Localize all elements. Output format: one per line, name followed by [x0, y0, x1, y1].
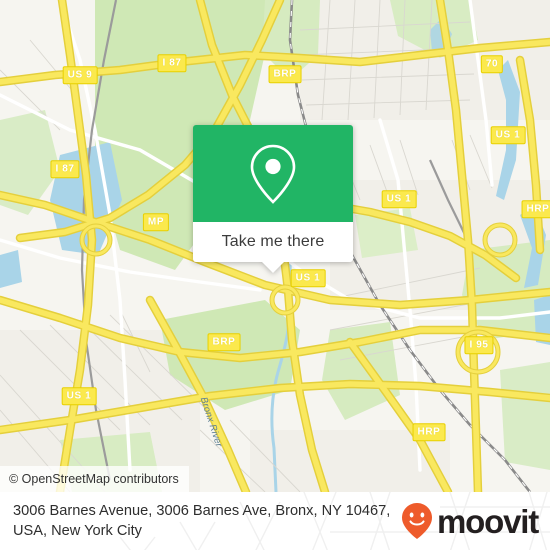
take-me-there-label: Take me there — [221, 233, 325, 250]
road-shield: I 95 — [464, 336, 494, 354]
road-shield: US 9 — [62, 66, 98, 84]
attribution-text: © OpenStreetMap contributors — [9, 472, 179, 486]
moovit-logo[interactable]: moovit — [401, 502, 539, 540]
moovit-wordmark: moovit — [437, 502, 539, 540]
road-shield: BRP — [207, 333, 241, 351]
road-shield: US 1 — [490, 126, 526, 144]
marker-card-header — [193, 125, 353, 222]
road-shield: I 87 — [157, 54, 187, 72]
moovit-smiley-pin-icon — [402, 503, 433, 539]
moovit-map-screenshot: US 9 I 87 BRP 70 US 1 I 87 MP US 1 HRP US 1 BRP I 9… — [0, 0, 550, 550]
road-shield: US 1 — [290, 269, 326, 287]
marker-card-pointer — [262, 262, 284, 273]
footer-bar: 3006 Barnes Avenue, 3006 Barnes Ave, Bro… — [0, 492, 550, 550]
road-shield: HRP — [412, 423, 446, 441]
road-shield: I 87 — [50, 160, 80, 178]
location-marker-card[interactable]: Take me there — [193, 125, 353, 273]
take-me-there-button[interactable]: Take me there — [193, 222, 353, 262]
road-shield: BRP — [268, 65, 302, 83]
map-canvas[interactable]: US 9 I 87 BRP 70 US 1 I 87 MP US 1 HRP US 1 BRP I 9… — [0, 0, 550, 492]
map-pin-icon — [250, 144, 296, 204]
road-shield: US 1 — [381, 190, 417, 208]
road-shield: US 1 — [61, 387, 97, 405]
map-attribution[interactable]: © OpenStreetMap contributors — [0, 466, 189, 492]
road-shield: MP — [142, 213, 170, 231]
road-shield: 70 — [480, 55, 504, 73]
address-text: 3006 Barnes Avenue, 3006 Barnes Ave, Bro… — [13, 503, 391, 539]
road-shield: HRP — [521, 200, 550, 218]
